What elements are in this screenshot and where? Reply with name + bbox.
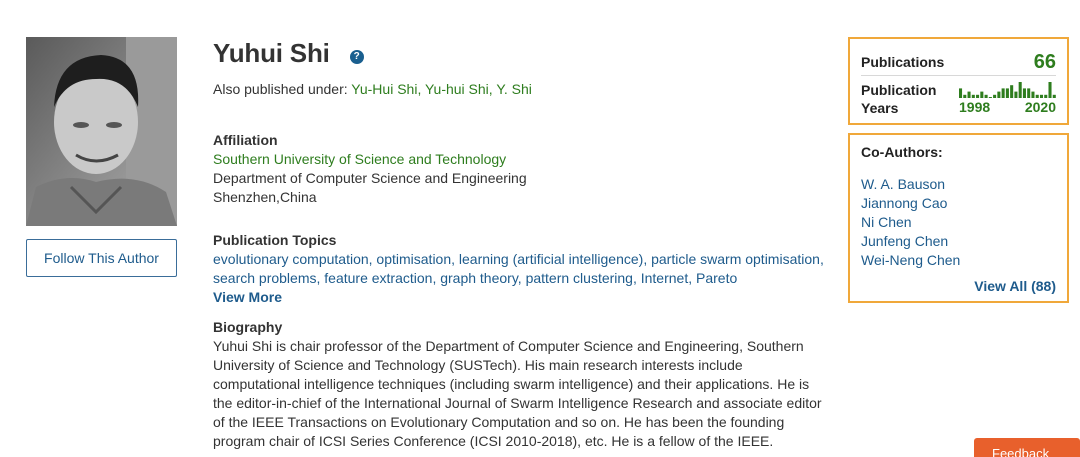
coauthors-box: Co-Authors: W. A. Bauson Jiannong Cao Ni… (848, 133, 1069, 303)
biography-text: Yuhui Shi is chair professor of the Depa… (213, 338, 822, 449)
publication-years-histogram (959, 82, 1056, 98)
topics-heading: Publication Topics (213, 232, 337, 248)
histogram-bar (1010, 85, 1014, 98)
publication-years-label: Publication Years (861, 82, 937, 116)
publication-stats-box: Publications 66 Publication Years 1998 2… (848, 37, 1069, 125)
histogram-bar (976, 94, 980, 98)
view-all-coauthors-link[interactable]: View All (88) (974, 278, 1056, 294)
coauthor-link[interactable]: Jiannong Cao (861, 194, 960, 213)
histogram-bar (993, 94, 997, 98)
histogram-bar (988, 97, 992, 98)
location-text: Shenzhen,China (213, 189, 317, 205)
feedback-button[interactable]: Feedback (974, 438, 1080, 457)
histogram-bar (1048, 82, 1052, 98)
histogram-bar (1018, 82, 1022, 98)
department-text: Department of Computer Science and Engin… (213, 170, 527, 186)
histogram-bar (980, 91, 984, 98)
histogram-bar (1035, 94, 1039, 98)
histogram-bar (963, 94, 967, 98)
biography-heading: Biography (213, 319, 283, 335)
publications-count[interactable]: 66 (1034, 51, 1056, 74)
affiliation-heading: Affiliation (213, 132, 278, 148)
histogram-bar (1039, 94, 1044, 98)
institution-link[interactable]: Southern University of Science and Techn… (213, 150, 527, 169)
histogram-bar (1005, 88, 1009, 98)
coauthors-list: W. A. Bauson Jiannong Cao Ni Chen Junfen… (861, 175, 960, 270)
histogram-bar (1044, 94, 1048, 98)
publications-count-row: Publications 66 (861, 49, 1056, 76)
view-more-topics-link[interactable]: View More (213, 288, 833, 307)
histogram-bar (959, 88, 963, 98)
alternate-names-link[interactable]: Yu-Hui Shi, Yu-hui Shi, Y. Shi (351, 81, 532, 97)
histogram-bar (1052, 94, 1056, 98)
also-published: Also published under: Yu-Hui Shi, Yu-hui… (213, 81, 532, 97)
histogram-bar (1022, 88, 1026, 98)
help-circle-icon[interactable]: ? (349, 49, 364, 64)
author-name: Yuhui Shi (213, 38, 330, 68)
coauthor-link[interactable]: Ni Chen (861, 213, 960, 232)
coauthor-link[interactable]: Junfeng Chen (861, 232, 960, 251)
histogram-bar (1014, 91, 1018, 98)
publications-label: Publications (861, 54, 945, 70)
author-header: Yuhui Shi ? (213, 38, 364, 69)
author-photo (26, 37, 177, 226)
biography-section: Biography Yuhui Shi is chair professor o… (213, 318, 828, 451)
year-end: 2020 (1024, 99, 1056, 115)
coauthor-link[interactable]: W. A. Bauson (861, 175, 960, 194)
histogram-bar (1001, 88, 1005, 98)
histogram-bar (971, 94, 975, 98)
topics-list[interactable]: evolutionary computation, optimisation, … (213, 250, 833, 288)
histogram-bar (1031, 91, 1035, 98)
affiliation-section: Affiliation Southern University of Scien… (213, 131, 527, 207)
also-published-label: Also published under: (213, 81, 352, 97)
histogram-bar (1027, 88, 1031, 98)
year-start: 1998 (959, 99, 991, 115)
follow-author-button[interactable]: Follow This Author (26, 239, 177, 277)
histogram-bar (967, 91, 971, 98)
publication-topics-section: Publication Topics evolutionary computat… (213, 231, 833, 307)
coauthors-heading: Co-Authors: (861, 144, 943, 160)
coauthor-link[interactable]: Wei-Neng Chen (861, 251, 960, 270)
histogram-bar (984, 94, 988, 98)
histogram-bar (997, 91, 1001, 98)
